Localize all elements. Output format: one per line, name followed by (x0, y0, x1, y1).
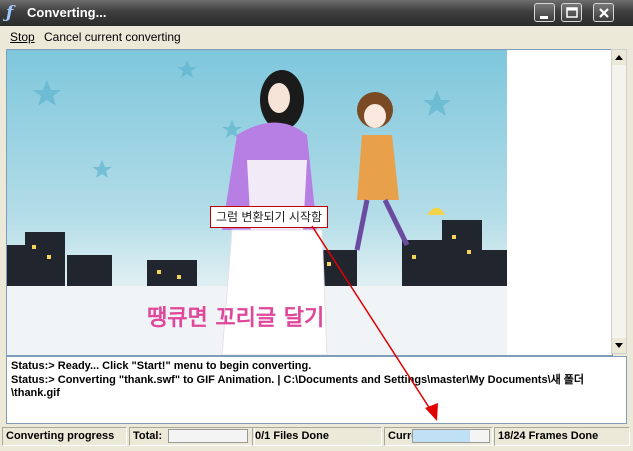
close-icon (599, 8, 609, 18)
scroll-up-icon (615, 55, 623, 60)
total-progress-bar (168, 429, 248, 443)
maximize-icon (566, 7, 578, 18)
menu-cancel-converting[interactable]: Cancel current converting (44, 30, 181, 44)
frames-done-cell: 18/24 Frames Done (494, 427, 630, 446)
progress-label: Converting progress (2, 427, 127, 446)
converting-window: ƒ Converting... Stop Cancel current conv… (0, 0, 633, 451)
preview-pane: 땡큐면 꼬리글 달기 그럼 변환되기 시작함 (6, 49, 613, 356)
window-title: Converting... (27, 5, 107, 20)
flash-icon: ƒ (6, 3, 14, 23)
maximize-button[interactable] (561, 3, 582, 22)
scroll-down-icon (615, 343, 623, 348)
minimize-button[interactable] (534, 3, 555, 22)
preview-caption: 땡큐면 꼬리글 달기 (147, 306, 324, 331)
status-line-converting: Status:> Converting "thank.swf" to GIF A… (11, 373, 585, 400)
scroll-down-button[interactable] (612, 338, 626, 353)
current-progress-bar (412, 429, 490, 443)
flash-preview-image: 땡큐면 꼬리글 달기 (7, 50, 612, 355)
menu-bar: Stop Cancel current converting (0, 26, 633, 47)
menu-stop-label: Stop (10, 30, 35, 44)
close-button[interactable] (593, 3, 614, 22)
status-line-ready: Status:> Ready... Click "Start!" menu to… (11, 360, 312, 372)
status-bar: Converting progress Total: 0/1 Files Don… (0, 426, 633, 448)
annotation-tooltip: 그럼 변환되기 시작함 (210, 206, 329, 228)
frames-done: 18/24 Frames Done (498, 430, 599, 442)
files-done: 0/1 Files Done (255, 430, 329, 442)
status-log: Status:> Ready... Click "Start!" menu to… (6, 356, 627, 424)
current-progress-fill (413, 430, 470, 442)
scroll-up-button[interactable] (612, 50, 626, 65)
title-bar[interactable]: ƒ Converting... (0, 0, 633, 26)
menu-stop[interactable]: Stop (10, 30, 35, 44)
minimize-icon (540, 16, 548, 19)
preview-scrollbar[interactable] (611, 49, 627, 354)
menu-cancel-label: Cancel current converting (44, 30, 181, 44)
total-label: Total: (133, 430, 163, 442)
files-done-cell: 0/1 Files Done (252, 427, 382, 446)
